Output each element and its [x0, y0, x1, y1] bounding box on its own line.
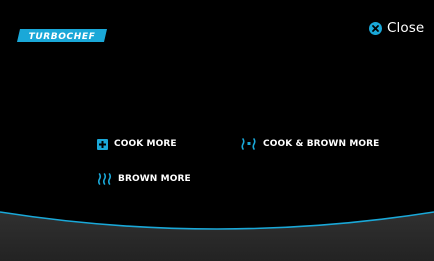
- cook-more-label: COOK MORE: [114, 139, 177, 149]
- cook-brown-icon: [241, 138, 256, 150]
- brown-more-label: BROWN MORE: [118, 174, 191, 184]
- close-button[interactable]: Close: [369, 19, 424, 37]
- cook-more-button[interactable]: COOK MORE: [97, 137, 177, 151]
- close-circle-icon: [369, 21, 382, 35]
- logo-text: TURBOCHEF: [29, 32, 96, 42]
- close-label: Close: [387, 20, 425, 36]
- bottom-arc-band: [0, 211, 434, 261]
- cook-and-brown-more-label: COOK & BROWN MORE: [263, 139, 380, 149]
- heat-waves-icon: [97, 173, 112, 185]
- cook-more-screen: TURBOCHEF Close COOK MORE COOK & BROWN M…: [0, 0, 434, 261]
- turbochef-logo: TURBOCHEF: [17, 29, 107, 42]
- brown-more-button[interactable]: BROWN MORE: [97, 172, 191, 186]
- cook-and-brown-more-button[interactable]: COOK & BROWN MORE: [241, 137, 379, 151]
- plus-square-icon: [97, 138, 108, 150]
